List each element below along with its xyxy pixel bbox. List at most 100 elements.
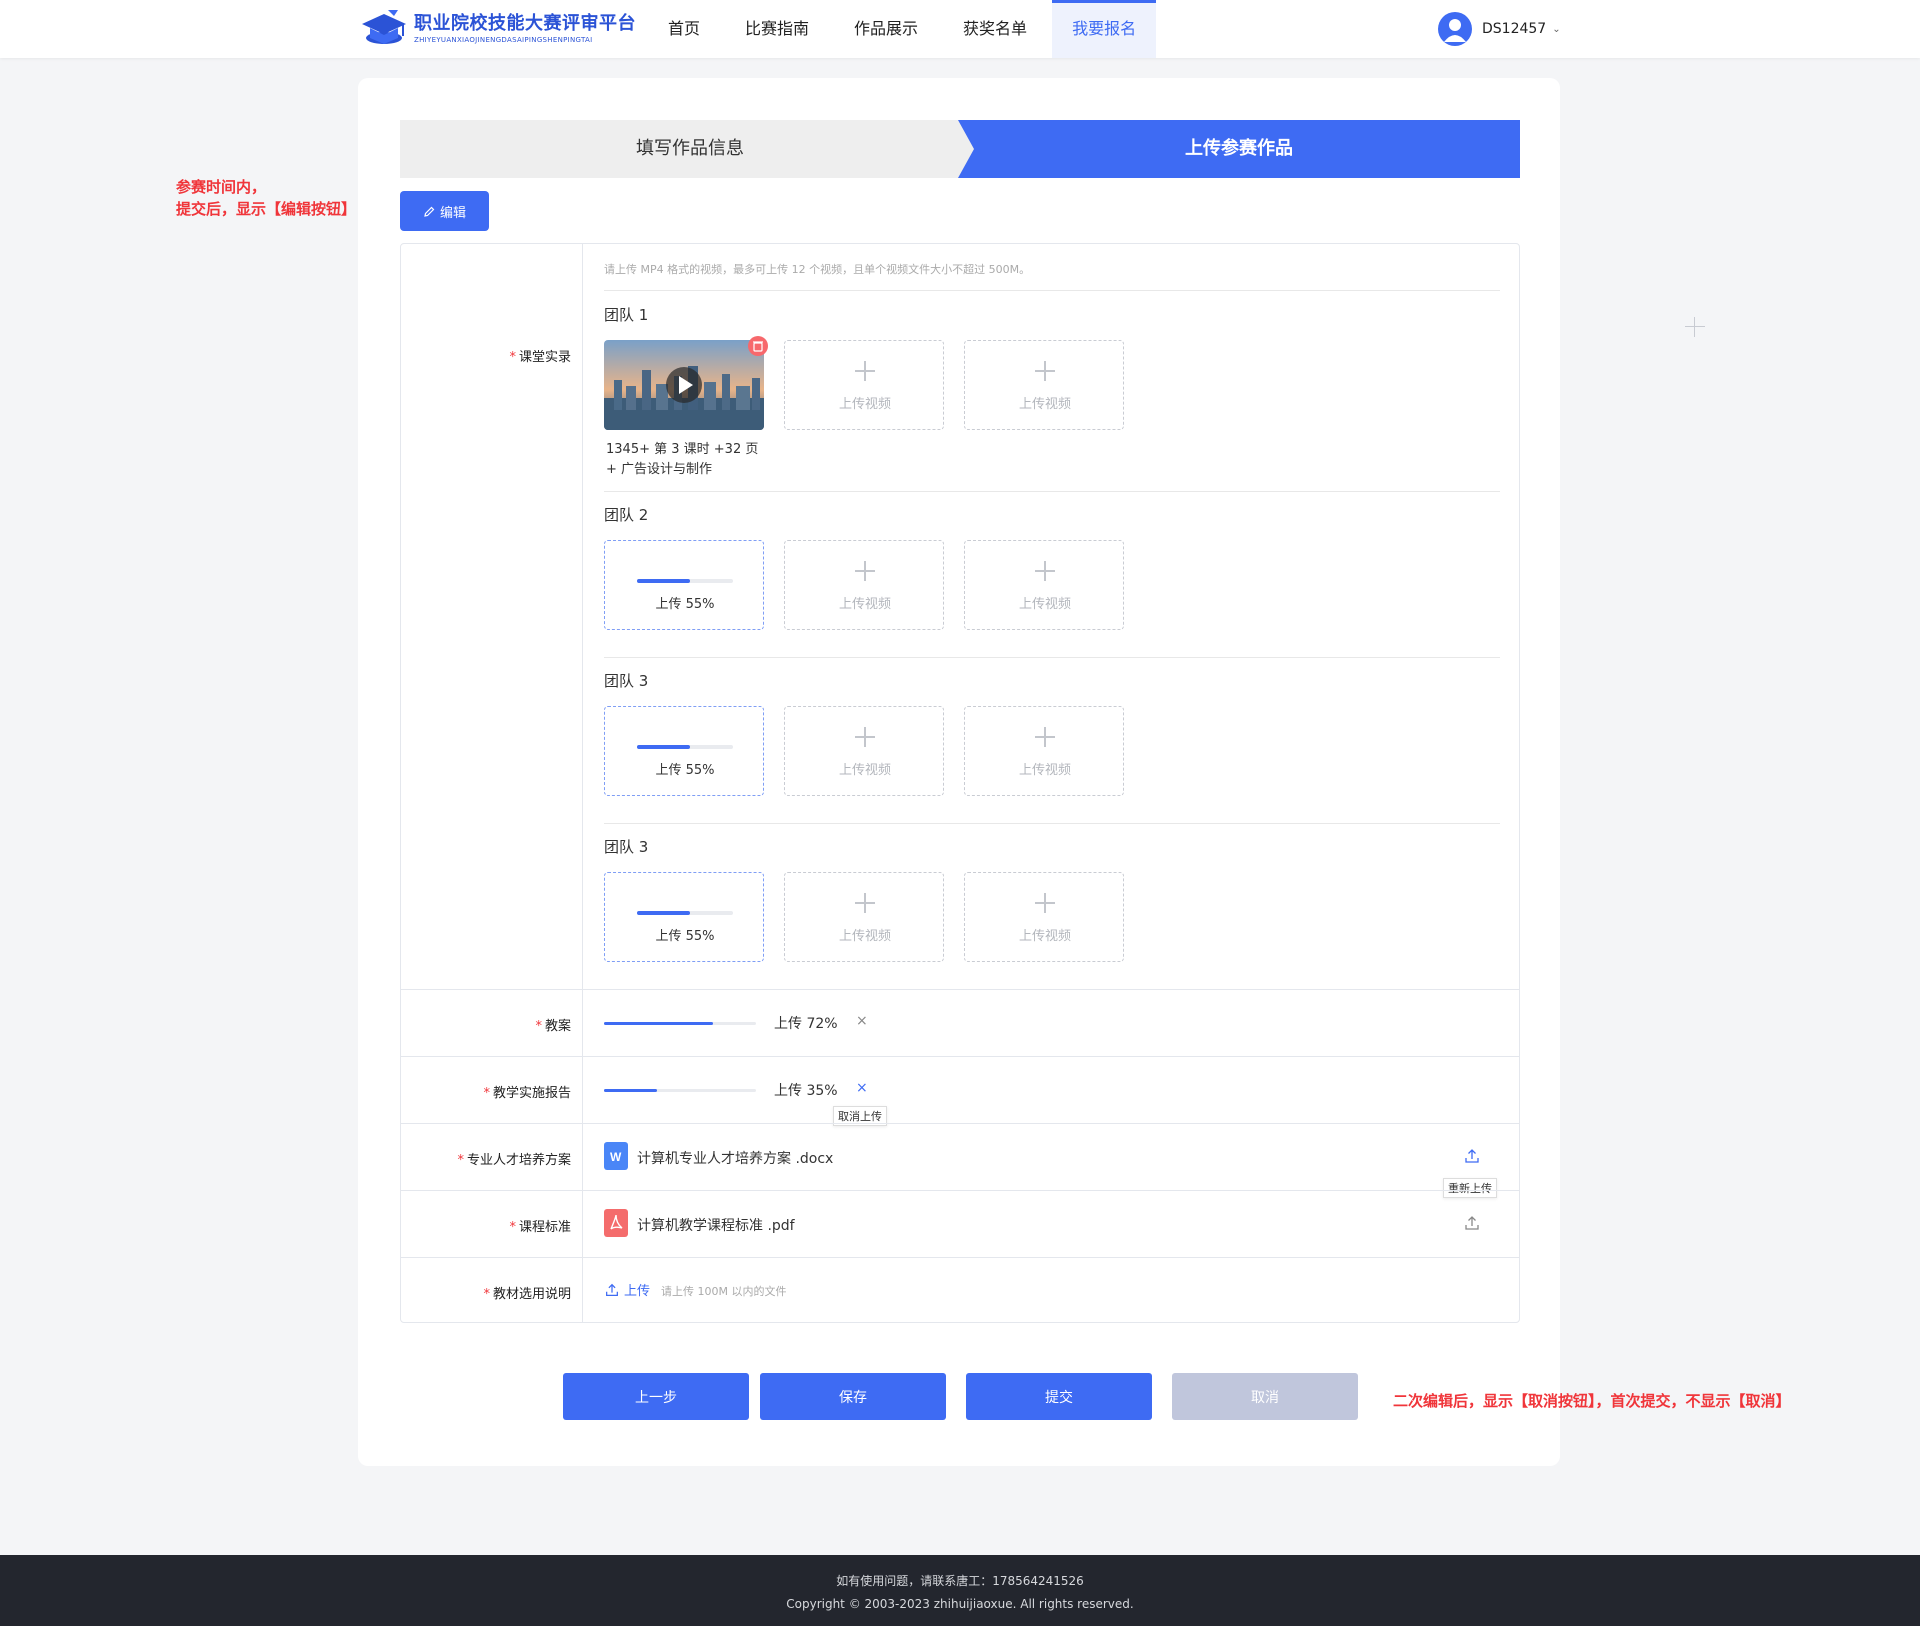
video-thumbnail[interactable]: [604, 340, 764, 430]
logo-subtitle: ZHIYEYUANXIAOJINENGDASAIPINGSHENPINGTAI: [414, 36, 593, 44]
step-fill-info[interactable]: 填写作品信息: [400, 120, 980, 178]
prev-step-button[interactable]: 上一步: [563, 1373, 749, 1420]
close-icon[interactable]: ×: [856, 1013, 868, 1029]
progress-bar: [637, 579, 733, 583]
plus-icon: [1035, 893, 1055, 913]
upload-video-tile[interactable]: 上传视频: [784, 706, 944, 796]
logo-title: 职业院校技能大赛评审平台: [414, 13, 636, 34]
video-caption: 1345+ 第 3 课时 +32 页 + 广告设计与制作: [606, 440, 776, 480]
team-2-title: 团队 2: [604, 506, 649, 524]
nav-home[interactable]: 首页: [648, 0, 720, 58]
reupload-tooltip: 重新上传: [1443, 1178, 1497, 1198]
close-icon[interactable]: ×: [856, 1080, 868, 1096]
video-caption-line2: + 广告设计与制作: [606, 462, 713, 477]
separator: [604, 290, 1500, 291]
upload-link-label: 上传: [624, 1284, 651, 1299]
top-navbar: 职业院校技能大赛评审平台 ZHIYEYUANXIAOJINENGDASAIPIN…: [0, 0, 1920, 58]
progress-fill: [637, 745, 690, 749]
talent-plan-file-name[interactable]: 计算机专业人才培养方案 .docx: [637, 1148, 833, 1168]
footer-contact: 如有使用问题，请联系唐工：178564241526: [836, 1574, 1084, 1588]
step-upload-work[interactable]: 上传参赛作品: [958, 120, 1520, 178]
pdf-file-icon: [604, 1209, 628, 1237]
plus-icon: [855, 727, 875, 747]
save-button[interactable]: 保存: [760, 1373, 946, 1420]
reupload-icon[interactable]: [1463, 1214, 1481, 1232]
separator: [604, 657, 1500, 658]
row-divider: [401, 989, 1519, 990]
report-progress-bar: [604, 1089, 756, 1092]
avatar: [1438, 12, 1472, 46]
lesson-plan-progress-label: 上传 72%: [774, 1016, 838, 1032]
upload-video-tile[interactable]: 上传视频: [784, 340, 944, 430]
progress-bar: [637, 911, 733, 915]
team-1-title: 团队 1: [604, 306, 649, 324]
graduation-cap-icon: [358, 8, 410, 50]
cancel-annotation: 二次编辑后，显示【取消按钮】，首次提交，不显示【取消】: [1393, 1392, 1791, 1410]
nav-guide[interactable]: 比赛指南: [725, 0, 829, 58]
lesson-plan-progress-bar: [604, 1022, 756, 1025]
upload-video-tile[interactable]: 上传视频: [964, 340, 1124, 430]
row-divider: [401, 1257, 1519, 1258]
nav-register[interactable]: 我要报名: [1052, 0, 1157, 58]
uploading-video-tile: 上传 55%: [604, 872, 764, 962]
platform-logo[interactable]: 职业院校技能大赛评审平台 ZHIYEYUANXIAOJINENGDASAIPIN…: [358, 8, 636, 50]
username: DS12457: [1482, 21, 1547, 37]
footer: 如有使用问题，请联系唐工：178564241526 Copyright © 20…: [0, 1555, 1920, 1626]
edit-annotation: 参赛时间内， 提交后，显示【编辑按钮】: [176, 176, 356, 220]
label-classroom: * 课堂实录: [509, 350, 571, 365]
uploading-video-tile: 上传 55%: [604, 540, 764, 630]
plus-icon: [1035, 361, 1055, 381]
separator: [604, 491, 1500, 492]
progress-fill: [637, 911, 690, 915]
nav-showcase[interactable]: 作品展示: [834, 0, 938, 58]
pencil-icon: [424, 206, 435, 217]
upload-video-tile[interactable]: 上传视频: [964, 872, 1124, 962]
row-divider: [401, 1190, 1519, 1191]
delete-video-icon[interactable]: [748, 336, 768, 356]
word-file-icon: W: [604, 1142, 628, 1170]
upload-icon: [606, 1283, 618, 1296]
label-talent-plan: * 专业人才培养方案: [457, 1153, 571, 1168]
report-progress-fill: [604, 1089, 658, 1092]
upload-video-tile[interactable]: 上传视频: [964, 540, 1124, 630]
form-divider: [582, 244, 583, 1323]
edit-button[interactable]: 编辑: [400, 191, 489, 231]
report-progress-label: 上传 35%: [774, 1083, 838, 1099]
cancel-button[interactable]: 取消: [1172, 1373, 1358, 1420]
course-standard-file-name[interactable]: 计算机教学课程标准 .pdf: [637, 1215, 795, 1235]
edit-button-label: 编辑: [439, 205, 466, 221]
label-textbook: * 教材选用说明: [483, 1287, 571, 1302]
nav-winners[interactable]: 获奖名单: [943, 0, 1047, 58]
label-teaching-report: * 教学实施报告: [483, 1086, 571, 1101]
team-3-title: 团队 3: [604, 672, 649, 690]
reupload-icon[interactable]: [1463, 1147, 1481, 1165]
label-course-standard: * 课程标准: [509, 1220, 571, 1235]
plus-icon: [855, 561, 875, 581]
row-divider: [401, 1056, 1519, 1057]
upload-link[interactable]: 上传: [604, 1280, 650, 1299]
video-caption-line1: 1345+ 第 3 课时 +32 页: [606, 442, 759, 457]
textbook-hint: 请上传 100M 以内的文件: [661, 1285, 787, 1298]
lesson-plan-progress-fill: [604, 1022, 714, 1025]
upload-video-tile[interactable]: 上传视频: [964, 706, 1124, 796]
uploading-video-tile: 上传 55%: [604, 706, 764, 796]
footer-copyright: Copyright © 2003-2023 zhihuijiaoxue. All…: [786, 1597, 1134, 1611]
upload-video-tile[interactable]: 上传视频: [784, 872, 944, 962]
upload-form: * 课堂实录 请上传 MP4 格式的视频，最多可上传 12 个视频，且单个视频文件…: [400, 243, 1520, 1323]
label-lesson-plan: * 教案: [535, 1019, 571, 1034]
progress-bar: [637, 745, 733, 749]
main-nav: 首页 比赛指南 作品展示 获奖名单 我要报名: [648, 0, 1161, 58]
user-menu[interactable]: DS12457 ⌄: [1438, 12, 1561, 46]
upload-hint: 请上传 MP4 格式的视频，最多可上传 12 个视频，且单个视频文件大小不超过 …: [604, 263, 1031, 276]
plus-icon: [1035, 727, 1055, 747]
submit-button[interactable]: 提交: [966, 1373, 1152, 1420]
upload-video-tile[interactable]: 上传视频: [784, 540, 944, 630]
crosshair-cursor-icon: [1685, 317, 1705, 337]
edit-annotation-line2: 提交后，显示【编辑按钮】: [176, 200, 357, 218]
svg-text:W: W: [610, 1150, 622, 1164]
row-divider: [401, 1123, 1519, 1124]
chevron-down-icon: ⌄: [1552, 23, 1561, 35]
step-indicator: 填写作品信息 上传参赛作品: [400, 120, 1520, 178]
plus-icon: [1035, 561, 1055, 581]
plus-icon: [855, 361, 875, 381]
